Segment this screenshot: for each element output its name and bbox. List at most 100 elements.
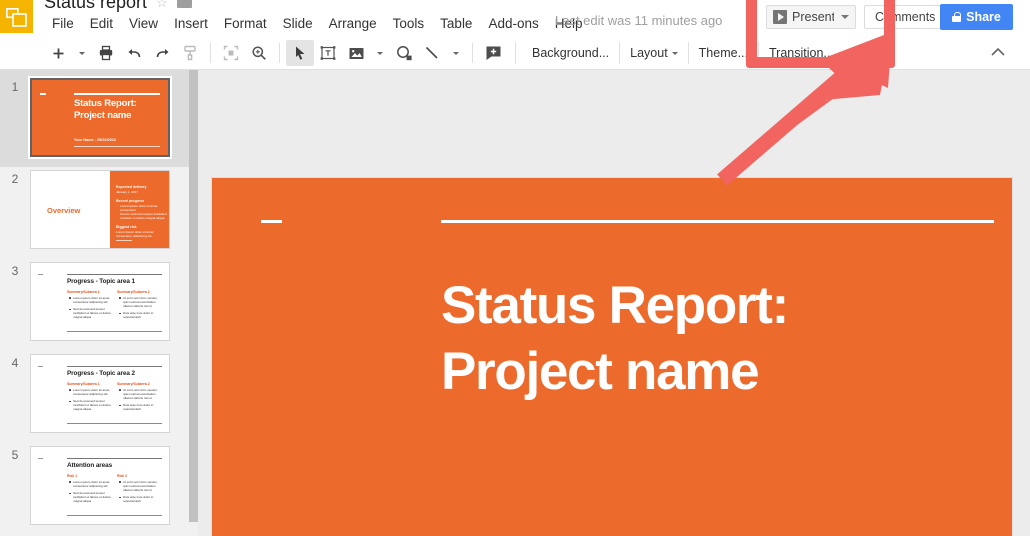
thumb-bottom-rule — [67, 423, 162, 424]
background-button[interactable]: Background... — [522, 42, 619, 64]
slide-thumbnail[interactable]: Progress - Topic area 1 Summary/Subarea … — [30, 262, 170, 341]
slide-accent-dash — [261, 220, 282, 223]
slide-number: 1 — [11, 80, 19, 94]
thumb-top-rule — [67, 274, 162, 276]
thumb-col1-head: Summary/Subarea 1 — [67, 382, 100, 386]
star-outline-icon[interactable]: ☆ — [156, 0, 168, 9]
thumb-panel-head-2: Recent progress — [116, 199, 145, 203]
menu-item-file[interactable]: File — [44, 13, 82, 35]
menu-item-view[interactable]: View — [121, 13, 166, 35]
thumb-col2-bullets: Ut enim ad minim veniam, quis nostrud ex… — [119, 296, 163, 323]
drive-folder-icon[interactable] — [176, 0, 192, 8]
thumb-bullet: Ut enim ad minim veniam, quis nostrud ex… — [123, 296, 158, 308]
thumb-title: Attention areas — [67, 462, 113, 469]
theme-button[interactable]: Theme... — [689, 42, 758, 64]
redo-icon[interactable] — [148, 40, 176, 66]
slide-thumbnail[interactable]: Status Report: Project name Your Name - … — [30, 78, 170, 157]
chevron-up-icon[interactable] — [990, 44, 1006, 62]
thumb-top-rule — [67, 366, 162, 368]
filmstrip-slide-1[interactable]: 1 Status Report: Project name Your Name … — [0, 78, 189, 157]
slide-title-textbox[interactable]: Status Report: Project name — [441, 273, 1001, 405]
lock-icon — [952, 12, 962, 22]
paint-format-icon[interactable] — [176, 40, 204, 66]
slide-filmstrip[interactable]: 1 Status Report: Project name Your Name … — [0, 70, 189, 536]
last-edit-status[interactable]: Last edit was 11 minutes ago — [555, 13, 722, 28]
layout-button[interactable]: Layout — [620, 42, 688, 64]
thumb-accent-dash — [38, 458, 43, 459]
thumb-col2-bullets: Ut enim ad minim veniam, quis nostrud ex… — [119, 388, 163, 415]
slide-thumbnail[interactable]: Overview Expected delivery January 1, 20… — [30, 170, 170, 249]
slide-canvas-area[interactable]: Status Report: Project name — [203, 70, 1030, 536]
slide-title-line-2: Project name — [441, 342, 760, 401]
insert-image-dropdown-icon[interactable] — [370, 40, 390, 66]
thumb-panel-head-3: Biggest risk — [116, 225, 137, 229]
thumb-bullet: Duis aute irure dolor in reprehenderit — [123, 311, 154, 320]
thumb-panel-rule — [116, 240, 132, 241]
line-icon[interactable] — [418, 40, 446, 66]
slide-thumbnail-wrap[interactable]: Status Report: Project name Your Name - … — [30, 78, 170, 157]
toolbar-separator — [210, 43, 211, 63]
present-button[interactable]: Present — [766, 5, 844, 29]
add-comment-icon[interactable] — [479, 40, 507, 66]
filmstrip-slide-2[interactable]: 2 Overview Expected delivery January 1, … — [0, 170, 189, 249]
slide-title-line-1: Status Report: — [441, 276, 789, 335]
slide-thumbnail-wrap[interactable]: Attention areas Risk 1 Lorem ipsum dolor… — [30, 446, 170, 525]
thumb-bullet: Lorem ipsum dolor sit amet, consectetur … — [73, 388, 111, 396]
menu-item-format[interactable]: Format — [216, 13, 275, 35]
fit-to-screen-icon[interactable] — [217, 40, 245, 66]
slide-thumbnail[interactable]: Progress - Topic area 2 Summary/Subarea … — [30, 354, 170, 433]
play-icon — [773, 10, 787, 24]
slide-number: 5 — [11, 448, 19, 462]
slide-top-rule — [441, 220, 994, 223]
toolbar-separator — [515, 42, 516, 64]
filmstrip-scrollbar-thumb[interactable] — [189, 70, 198, 522]
menu-item-arrange[interactable]: Arrange — [321, 13, 385, 35]
present-dropdown-button[interactable] — [834, 5, 856, 29]
thumb-col1-bullets: Lorem ipsum dolor sit amet, consectetur … — [69, 480, 113, 507]
new-slide-icon[interactable] — [44, 40, 72, 66]
thumb-bullet: Duis aute irure dolor in reprehenderit — [123, 495, 154, 504]
chevron-down-icon — [840, 15, 849, 19]
transition-button[interactable]: Transition... — [759, 42, 844, 64]
thumb-col1-bullets: Lorem ipsum dolor sit amet, consectetur … — [69, 388, 113, 415]
undo-icon[interactable] — [120, 40, 148, 66]
zoom-icon[interactable] — [245, 40, 273, 66]
thumb-col1-head: Summary/Subarea 1 — [67, 290, 100, 294]
comments-button[interactable]: Comments — [864, 5, 947, 29]
slide-thumbnail-wrap[interactable]: Overview Expected delivery January 1, 20… — [30, 170, 170, 249]
slide-thumbnail-wrap[interactable]: Progress - Topic area 1 Summary/Subarea … — [30, 262, 170, 341]
thumb-col2-bullets: Ut enim ad minim veniam, quis nostrud ex… — [119, 480, 163, 507]
present-button-label: Present — [792, 10, 836, 24]
toolbar-separator — [472, 43, 473, 63]
toolbar: Background... Layout Theme... Transition… — [0, 36, 1030, 70]
thumb-top-rule — [67, 458, 162, 460]
new-slide-dropdown-icon[interactable] — [72, 40, 92, 66]
thumb-col1-bullets: Lorem ipsum dolor sit amet, consectetur … — [69, 296, 113, 323]
print-icon[interactable] — [92, 40, 120, 66]
thumb-bullet: Ut enim ad minim veniam, quis nostrud ex… — [123, 388, 158, 400]
menu-item-addons[interactable]: Add-ons — [480, 13, 546, 35]
filmstrip-slide-3[interactable]: 3 Progress - Topic area 1 Summary/Subare… — [0, 262, 189, 341]
filmstrip-slide-4[interactable]: 4 Progress - Topic area 2 Summary/Subare… — [0, 354, 189, 433]
menu-item-insert[interactable]: Insert — [166, 13, 216, 35]
text-box-icon[interactable] — [314, 40, 342, 66]
menu-item-edit[interactable]: Edit — [82, 13, 121, 35]
menu-item-table[interactable]: Table — [432, 13, 480, 35]
document-title[interactable]: Status report — [44, 0, 147, 13]
thumb-panel-body-1: January 1, 2017 — [116, 190, 139, 194]
thumb-accent-dash — [38, 366, 43, 367]
current-slide[interactable]: Status Report: Project name — [212, 178, 1012, 536]
menu-item-tools[interactable]: Tools — [385, 13, 433, 35]
share-button[interactable]: Share — [940, 4, 1013, 30]
shape-icon[interactable] — [390, 40, 418, 66]
layout-button-label: Layout — [630, 46, 668, 60]
insert-image-icon[interactable] — [342, 40, 370, 66]
menu-item-slide[interactable]: Slide — [275, 13, 321, 35]
slide-thumbnail-wrap[interactable]: Progress - Topic area 2 Summary/Subarea … — [30, 354, 170, 433]
slide-thumbnail[interactable]: Attention areas Risk 1 Lorem ipsum dolor… — [30, 446, 170, 525]
select-tool-icon[interactable] — [286, 40, 314, 66]
filmstrip-slide-5[interactable]: 5 Attention areas Risk 1 Lorem ipsum dol… — [0, 446, 189, 525]
slides-logo-icon[interactable] — [0, 0, 33, 33]
share-button-label: Share — [966, 10, 1001, 24]
line-dropdown-icon[interactable] — [446, 40, 466, 66]
